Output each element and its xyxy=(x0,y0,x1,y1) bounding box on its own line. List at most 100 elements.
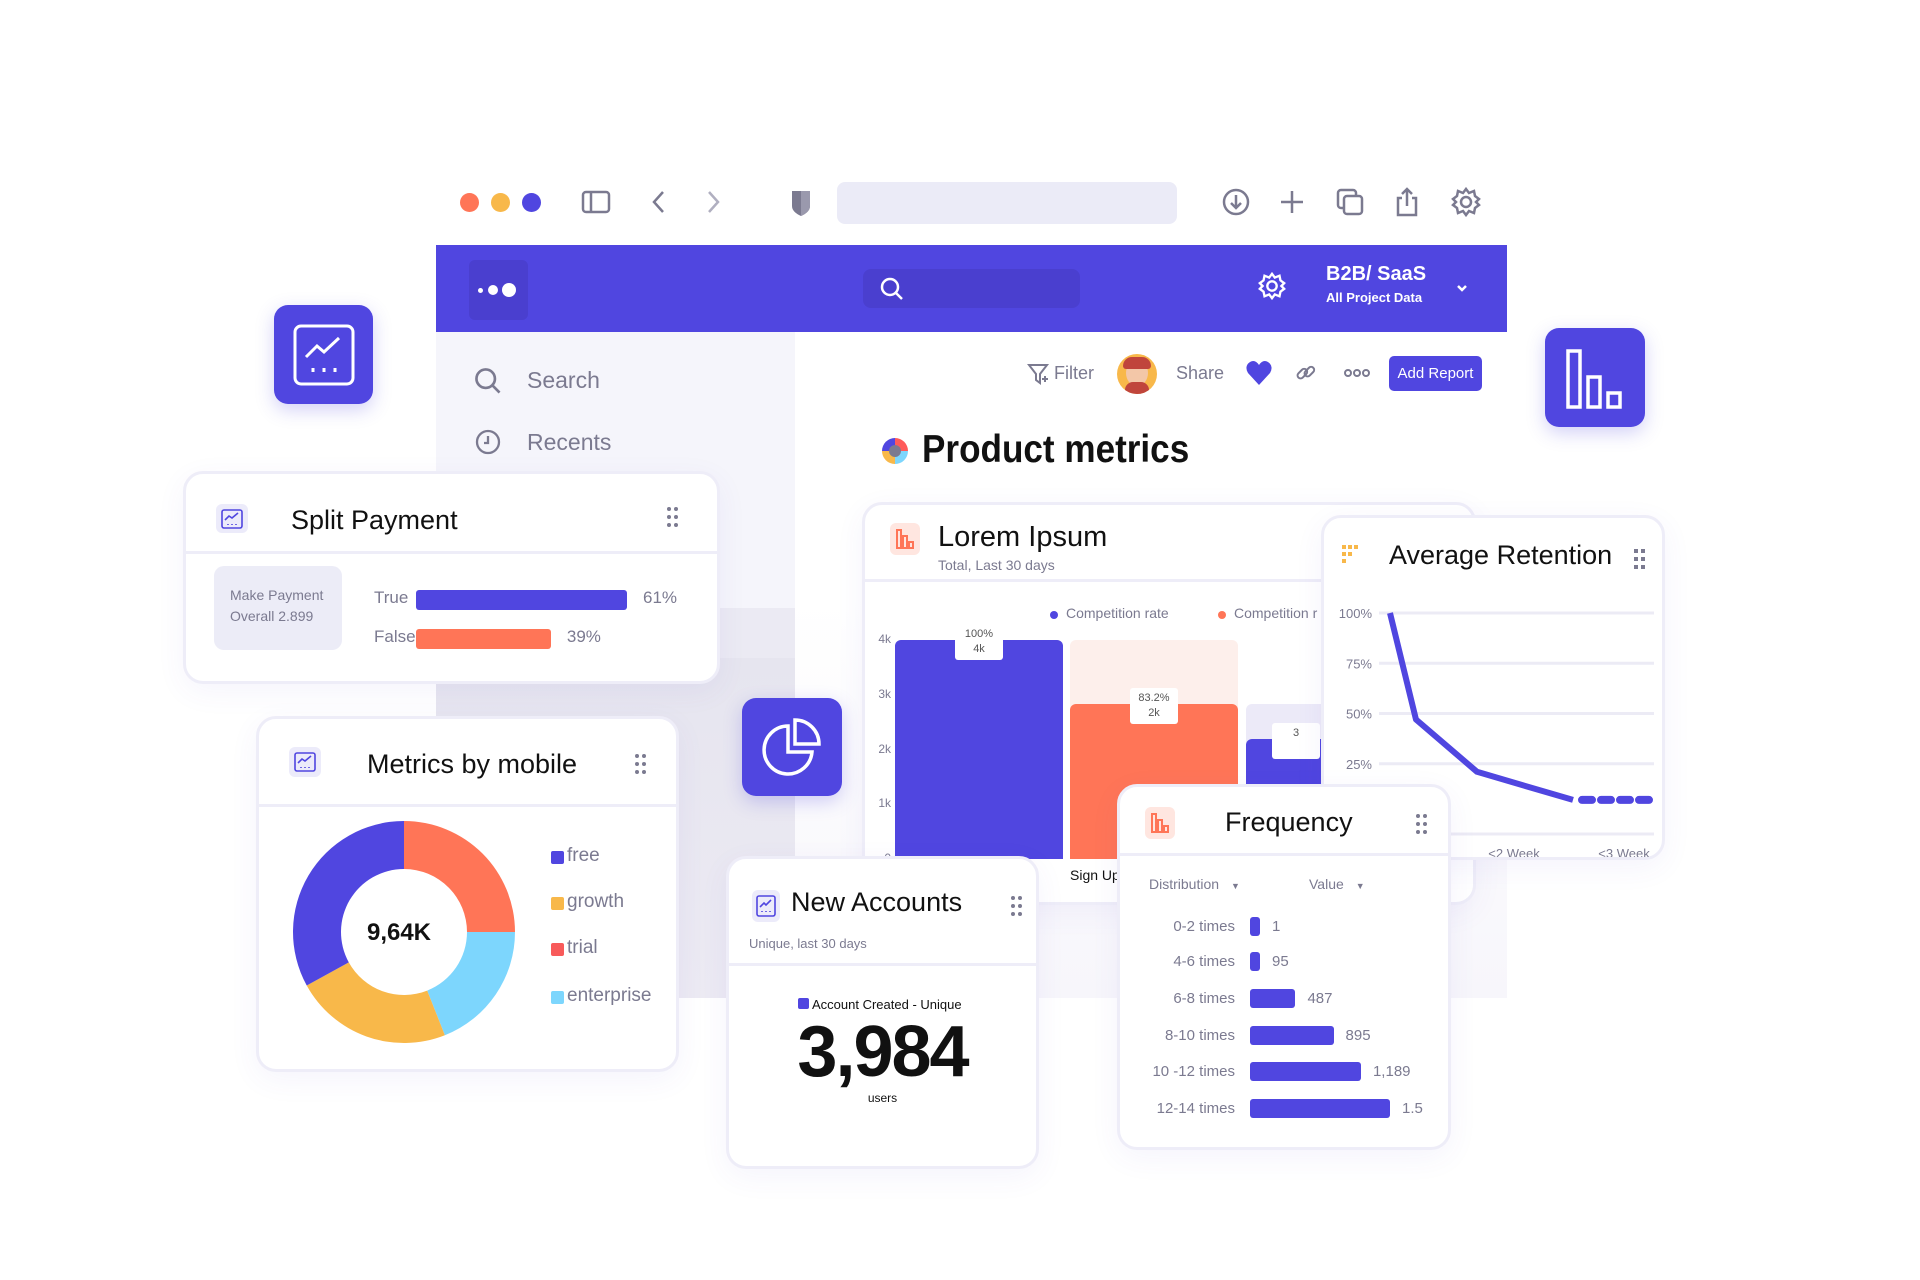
row-label: 0-2 times xyxy=(1173,918,1235,935)
legend-label: free xyxy=(567,845,600,866)
legend-label: Competition rate xyxy=(1066,605,1169,621)
download-icon[interactable] xyxy=(1220,186,1252,218)
analytics-tile[interactable] xyxy=(274,305,373,404)
bar-value: 895 xyxy=(1345,1027,1371,1044)
row-label: 4-6 times xyxy=(1173,953,1235,970)
grip-icon[interactable] xyxy=(634,753,648,775)
y-tick: 100% xyxy=(1339,606,1373,621)
legend-swatch xyxy=(551,851,564,864)
card-subtitle: Unique, last 30 days xyxy=(749,936,867,951)
donut-slice xyxy=(306,962,445,1043)
bar xyxy=(895,640,1063,859)
legend-label: Account Created - Unique xyxy=(812,997,962,1012)
settings-gear-icon[interactable] xyxy=(1257,271,1287,301)
bar xyxy=(1250,1062,1361,1081)
y-tick: 2k xyxy=(878,741,891,756)
pie-chart-tile[interactable] xyxy=(742,698,842,796)
line-chart-icon xyxy=(752,890,780,922)
bar-label: 83.2% 2k xyxy=(1130,687,1178,724)
legend-label: enterprise xyxy=(567,985,652,1006)
bar-label: False xyxy=(374,627,416,646)
avatar[interactable] xyxy=(1117,354,1157,394)
donut-legend: free growth trial enterprise xyxy=(544,845,674,1039)
gear-icon[interactable] xyxy=(1450,186,1482,218)
product-metrics-icon xyxy=(882,438,908,464)
new-accounts-card: New Accounts Unique, last 30 days Accoun… xyxy=(726,856,1039,1169)
shield-icon[interactable] xyxy=(785,186,817,218)
sidebar-toggle-icon[interactable] xyxy=(580,186,612,218)
more-icon[interactable] xyxy=(1343,367,1371,379)
plus-icon[interactable] xyxy=(1276,186,1308,218)
sidebar-item-recents[interactable]: Recents xyxy=(470,422,770,462)
metrics-by-mobile-card: Metrics by mobile 9,64K free growth trial e… xyxy=(256,716,679,1072)
address-bar[interactable] xyxy=(837,182,1177,224)
frequency-plot: 0-2 times 1 4-6 times 95 6-8 times 487 8-10 ti… xyxy=(1120,787,1448,1147)
row-label: 8-10 times xyxy=(1164,1027,1235,1044)
bar-chart-icon xyxy=(1566,348,1622,409)
bar-label: 3 xyxy=(1272,722,1320,759)
bar xyxy=(416,590,627,610)
donut-slice xyxy=(427,932,515,1036)
bar-value: 39% xyxy=(566,627,601,646)
filter-button[interactable]: Filter xyxy=(1027,360,1097,388)
filter-icon xyxy=(1027,364,1050,385)
bar xyxy=(1250,952,1260,971)
bar xyxy=(1250,1099,1390,1118)
donut-slice xyxy=(293,821,404,986)
card-title: Metrics by mobile xyxy=(367,749,578,779)
window-minimize-dot[interactable] xyxy=(491,193,510,212)
app-logo[interactable] xyxy=(469,260,528,320)
forward-icon[interactable] xyxy=(697,186,729,218)
share-button[interactable]: Share xyxy=(1176,363,1224,384)
legend-label: trial xyxy=(567,937,598,958)
clock-icon xyxy=(475,429,501,455)
bar xyxy=(1250,1026,1334,1045)
add-report-button[interactable]: Add Report xyxy=(1389,356,1482,391)
header-search-input[interactable] xyxy=(913,273,1073,303)
share-icon[interactable] xyxy=(1391,186,1423,218)
bar-value: 487 xyxy=(1307,990,1333,1007)
window-close-dot[interactable] xyxy=(460,193,479,212)
legend-label: growth xyxy=(567,891,625,912)
card-title: Lorem Ipsum xyxy=(938,521,1108,553)
legend-dot xyxy=(1050,611,1058,619)
bar-chart-tile[interactable] xyxy=(1545,328,1645,427)
chevron-down-icon xyxy=(1457,285,1467,292)
metric-legend: Account Created - Unique xyxy=(798,997,962,1012)
heart-icon[interactable] xyxy=(1245,360,1273,386)
tabs-icon[interactable] xyxy=(1334,186,1366,218)
y-tick: 75% xyxy=(1346,656,1372,671)
legend-dot xyxy=(1218,611,1226,619)
y-tick: 1k xyxy=(878,796,891,811)
metric-value: 3,984 xyxy=(797,1012,969,1092)
pie-chart-icon xyxy=(762,718,821,776)
split-plot: True 61% False 39% xyxy=(186,474,716,680)
line-chart-icon xyxy=(289,747,321,777)
bar xyxy=(416,629,551,649)
link-icon[interactable] xyxy=(1295,362,1317,384)
x-tick: <2 Week xyxy=(1488,846,1540,857)
header-search[interactable] xyxy=(863,269,1080,308)
row-label: 6-8 times xyxy=(1173,990,1235,1007)
bar-value: 95 xyxy=(1272,953,1289,970)
project-selector[interactable]: B2B/ SaaS All Project Data xyxy=(1326,263,1476,313)
back-icon[interactable] xyxy=(643,186,675,218)
sidebar-item-search[interactable]: Search xyxy=(470,360,770,400)
legend-swatch xyxy=(798,998,809,1009)
search-icon xyxy=(880,277,903,300)
split-payment-card: Split Payment Make Payment Overall 2.899… xyxy=(183,471,720,684)
legend-swatch xyxy=(551,991,564,1004)
bar-label: 100% 4k xyxy=(955,624,1003,660)
row-label: 12-14 times xyxy=(1156,1100,1235,1117)
frequency-card: Frequency Distribution ▼ Value ▼ 0-2 times… xyxy=(1117,784,1451,1150)
bar xyxy=(1250,917,1260,936)
donut-center-value: 9,64K xyxy=(366,919,432,946)
legend-label: Competition r xyxy=(1234,605,1318,621)
x-tick: Sign Up xyxy=(1070,867,1120,883)
card-title: New Accounts xyxy=(791,887,963,917)
filter-label: Filter xyxy=(1054,363,1094,383)
project-name: B2B/ SaaS xyxy=(1326,263,1427,285)
window-maximize-dot[interactable] xyxy=(522,193,541,212)
bar-chart-icon xyxy=(890,523,920,555)
grip-icon[interactable] xyxy=(1010,895,1024,917)
